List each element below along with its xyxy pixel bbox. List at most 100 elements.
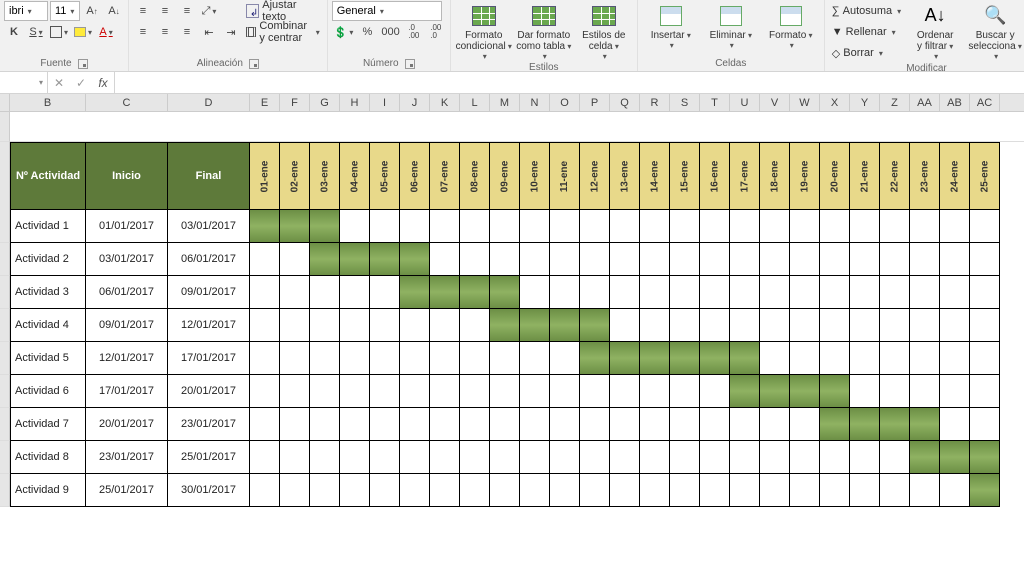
gantt-cell[interactable] bbox=[670, 474, 700, 507]
activity-name[interactable]: Actividad 4 bbox=[10, 309, 86, 342]
gantt-cell[interactable] bbox=[610, 408, 640, 441]
gantt-cell[interactable] bbox=[850, 276, 880, 309]
date-header[interactable]: 23-ene bbox=[910, 142, 940, 210]
gantt-cell[interactable] bbox=[550, 243, 580, 276]
gantt-cell[interactable] bbox=[610, 441, 640, 474]
gantt-cell[interactable] bbox=[490, 309, 520, 342]
gantt-cell[interactable] bbox=[610, 309, 640, 342]
gantt-cell[interactable] bbox=[400, 375, 430, 408]
gantt-cell[interactable] bbox=[850, 408, 880, 441]
gantt-cell[interactable] bbox=[580, 408, 610, 441]
insert-function-icon[interactable]: fx bbox=[92, 76, 114, 90]
col-start[interactable]: Inicio bbox=[86, 142, 168, 210]
gantt-cell[interactable] bbox=[880, 342, 910, 375]
gantt-cell[interactable] bbox=[370, 342, 400, 375]
gantt-cell[interactable] bbox=[340, 276, 370, 309]
gantt-cell[interactable] bbox=[490, 276, 520, 309]
gantt-cell[interactable] bbox=[790, 474, 820, 507]
gantt-cell[interactable] bbox=[970, 441, 1000, 474]
gantt-cell[interactable] bbox=[640, 441, 670, 474]
gantt-cell[interactable] bbox=[550, 441, 580, 474]
activity-name[interactable]: Actividad 2 bbox=[10, 243, 86, 276]
gantt-cell[interactable] bbox=[910, 441, 940, 474]
column-header[interactable]: H bbox=[340, 94, 370, 111]
gantt-cell[interactable] bbox=[550, 375, 580, 408]
row-header[interactable] bbox=[0, 474, 10, 507]
gantt-cell[interactable] bbox=[250, 210, 280, 243]
date-header[interactable]: 05-ene bbox=[370, 142, 400, 210]
gantt-cell[interactable] bbox=[670, 342, 700, 375]
activity-start[interactable]: 01/01/2017 bbox=[86, 210, 168, 243]
row-header[interactable] bbox=[0, 142, 10, 210]
gantt-cell[interactable] bbox=[970, 375, 1000, 408]
gantt-cell[interactable] bbox=[970, 474, 1000, 507]
gantt-cell[interactable] bbox=[280, 210, 310, 243]
date-header[interactable]: 18-ene bbox=[760, 142, 790, 210]
gantt-cell[interactable] bbox=[340, 210, 370, 243]
font-name-combo[interactable]: ibri bbox=[4, 1, 48, 21]
gantt-cell[interactable] bbox=[400, 210, 430, 243]
gantt-cell[interactable] bbox=[550, 408, 580, 441]
clear-button[interactable]: ◇Borrar bbox=[829, 43, 904, 63]
gantt-cell[interactable] bbox=[520, 342, 550, 375]
column-header[interactable]: N bbox=[520, 94, 550, 111]
gantt-cell[interactable] bbox=[280, 474, 310, 507]
gantt-cell[interactable] bbox=[880, 474, 910, 507]
gantt-cell[interactable] bbox=[640, 276, 670, 309]
activity-start[interactable]: 12/01/2017 bbox=[86, 342, 168, 375]
gantt-cell[interactable] bbox=[730, 441, 760, 474]
column-header[interactable]: D bbox=[168, 94, 250, 111]
col-end[interactable]: Final bbox=[168, 142, 250, 210]
gantt-cell[interactable] bbox=[280, 408, 310, 441]
gantt-cell[interactable] bbox=[580, 474, 610, 507]
gantt-cell[interactable] bbox=[850, 342, 880, 375]
sort-filter-button[interactable]: A↓Ordenar y filtrar bbox=[906, 1, 964, 62]
gantt-cell[interactable] bbox=[970, 342, 1000, 375]
merge-center-button[interactable]: Combinar y centrar bbox=[243, 22, 323, 42]
gantt-cell[interactable] bbox=[670, 309, 700, 342]
row-header[interactable] bbox=[0, 112, 10, 142]
gantt-cell[interactable] bbox=[340, 342, 370, 375]
gantt-cell[interactable] bbox=[880, 408, 910, 441]
activity-end[interactable]: 20/01/2017 bbox=[168, 375, 250, 408]
gantt-cell[interactable] bbox=[640, 210, 670, 243]
gantt-cell[interactable] bbox=[310, 441, 340, 474]
gantt-cell[interactable] bbox=[940, 441, 970, 474]
activity-start[interactable]: 25/01/2017 bbox=[86, 474, 168, 507]
font-size-combo[interactable]: 11 bbox=[50, 1, 80, 21]
column-header[interactable]: I bbox=[370, 94, 400, 111]
column-header[interactable]: M bbox=[490, 94, 520, 111]
bold-button[interactable]: K bbox=[4, 22, 24, 42]
gantt-cell[interactable] bbox=[430, 243, 460, 276]
gantt-cell[interactable] bbox=[760, 276, 790, 309]
gantt-cell[interactable] bbox=[460, 441, 490, 474]
indent-dec-button[interactable]: ⇤ bbox=[199, 22, 219, 42]
row-header[interactable] bbox=[0, 408, 10, 441]
gantt-cell[interactable] bbox=[730, 243, 760, 276]
gantt-cell[interactable] bbox=[400, 309, 430, 342]
gantt-cell[interactable] bbox=[250, 276, 280, 309]
column-header[interactable]: Y bbox=[850, 94, 880, 111]
gantt-cell[interactable] bbox=[370, 441, 400, 474]
activity-end[interactable]: 17/01/2017 bbox=[168, 342, 250, 375]
format-as-table-button[interactable]: Dar formato como tabla bbox=[515, 1, 573, 62]
gantt-cell[interactable] bbox=[940, 309, 970, 342]
gantt-cell[interactable] bbox=[460, 342, 490, 375]
gantt-cell[interactable] bbox=[820, 375, 850, 408]
gantt-cell[interactable] bbox=[880, 375, 910, 408]
column-header[interactable]: K bbox=[430, 94, 460, 111]
gantt-cell[interactable] bbox=[280, 309, 310, 342]
date-header[interactable]: 04-ene bbox=[340, 142, 370, 210]
gantt-cell[interactable] bbox=[850, 474, 880, 507]
gantt-cell[interactable] bbox=[430, 342, 460, 375]
column-header[interactable]: S bbox=[670, 94, 700, 111]
gantt-cell[interactable] bbox=[910, 375, 940, 408]
row-header[interactable] bbox=[0, 210, 10, 243]
gantt-cell[interactable] bbox=[340, 375, 370, 408]
date-header[interactable]: 14-ene bbox=[640, 142, 670, 210]
align-top-button[interactable]: ≡ bbox=[133, 1, 153, 21]
gantt-cell[interactable] bbox=[520, 375, 550, 408]
formula-input[interactable] bbox=[115, 72, 1024, 93]
gantt-cell[interactable] bbox=[940, 210, 970, 243]
gantt-cell[interactable] bbox=[370, 309, 400, 342]
